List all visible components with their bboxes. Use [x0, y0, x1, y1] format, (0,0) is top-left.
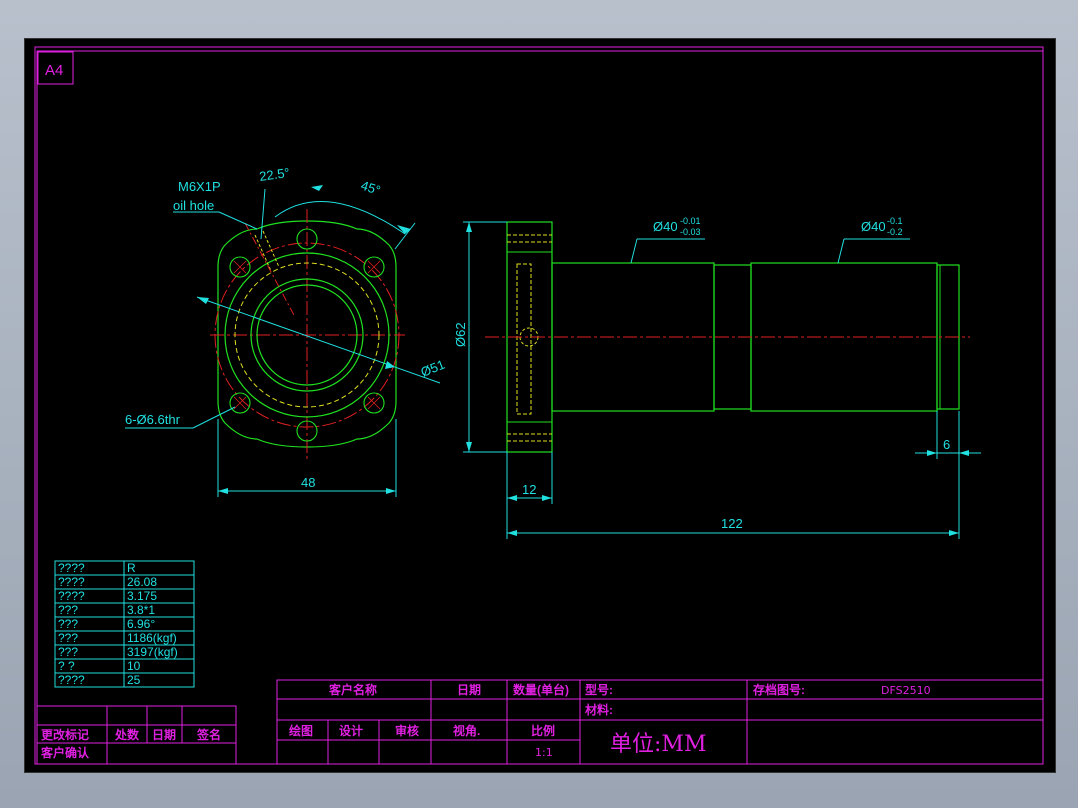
- material-label: 材料:: [584, 702, 613, 717]
- spec-row-value: 26.08: [127, 575, 157, 589]
- change-mark-label: 更改标记: [41, 727, 89, 742]
- shaft-tol1-upper: -0.01: [680, 216, 701, 226]
- shaft-tol2-upper: -0.1: [887, 216, 903, 226]
- drawn-label: 绘图: [289, 723, 313, 738]
- sign-label: 签名: [196, 727, 221, 742]
- angle-arc: [274, 201, 406, 235]
- flange-front-view: 22.5° 45° M6X1P oil hole Ø51 6-Ø6.6thr 4…: [125, 165, 447, 497]
- end-length-label: 6: [943, 437, 950, 452]
- thread-label: M6X1P: [178, 179, 221, 194]
- check-label: 审核: [395, 723, 419, 738]
- holes-label: 6-Ø6.6thr: [125, 412, 181, 427]
- inner-frame: [36, 50, 1044, 765]
- angle-small-label: 22.5°: [258, 165, 290, 184]
- spec-row-value: 3197(kgf): [127, 645, 178, 659]
- shaft-tol2-lower: -0.2: [887, 227, 903, 237]
- spec-row-label: ????: [58, 575, 85, 589]
- archive-no-label: 存档图号:: [752, 682, 805, 697]
- spec-row-value: 1186(kgf): [127, 631, 177, 645]
- shaft-tol1-lower: -0.03: [680, 227, 701, 237]
- customer-confirm-label: 客户确认: [40, 745, 90, 760]
- scale-value: 1:1: [535, 746, 553, 759]
- spec-row-label: ???: [58, 645, 78, 659]
- spec-row-label: ????: [58, 561, 85, 575]
- revision-date-label: 日期: [152, 727, 176, 742]
- design-label: 设计: [339, 723, 363, 738]
- flange-dia-label: Ø62: [453, 322, 468, 347]
- view-angle-label: 视角.: [453, 723, 480, 738]
- spec-row-value: 6.96°: [127, 617, 155, 631]
- unit-label: 单位:MM: [610, 732, 706, 757]
- drawing-viewport[interactable]: A4 22.5° 45° M6X1P oil hole Ø51 6-Ø6.6th…: [24, 38, 1056, 773]
- flange-thickness-label: 12: [522, 482, 536, 497]
- width-label: 48: [301, 475, 315, 490]
- spec-row-label: ? ?: [58, 659, 75, 673]
- spec-row-label: ???: [58, 603, 78, 617]
- spec-row-label: ????: [58, 673, 85, 687]
- spec-row-label: ????: [58, 589, 85, 603]
- spec-row-value: 3.8*1: [127, 603, 155, 617]
- drawing-sheet: A4 22.5° 45° M6X1P oil hole Ø51 6-Ø6.6th…: [34, 46, 1044, 765]
- spec-table: ???? R???? 26.08???? 3.175??? 3.8*1??? 6.96°?…: [54, 560, 195, 688]
- sheet-size-label: A4: [45, 62, 63, 79]
- title-date-label: 日期: [457, 682, 481, 697]
- spec-row-label: ???: [58, 631, 78, 645]
- places-label: 处数: [114, 727, 140, 742]
- shaft-dia1-label: Ø40: [653, 219, 678, 234]
- outer-frame: [34, 46, 1044, 765]
- oil-hole-label: oil hole: [173, 198, 214, 213]
- model-no-label: 型号:: [585, 682, 613, 697]
- spec-row-label: ???: [58, 617, 78, 631]
- spec-row-value: 3.175: [127, 589, 157, 603]
- spec-row-value: R: [127, 561, 136, 575]
- spec-row-value: 25: [127, 673, 141, 687]
- archive-no-value: DFS2510: [881, 684, 931, 697]
- scale-label: 比例: [531, 723, 555, 738]
- qty-label: 数量(单台): [513, 682, 569, 697]
- nut-side-view: Ø62 Ø40 -0.01 -0.03 Ø40 -0.1 -0.2 6 12 1…: [453, 216, 981, 539]
- customer-name-label: 客户名称: [328, 682, 377, 697]
- shaft-dia2-label: Ø40: [861, 219, 886, 234]
- total-length-label: 122: [721, 516, 743, 531]
- angle-large-label: 45°: [359, 178, 382, 198]
- oil-hole: [244, 222, 296, 318]
- pcd-label: Ø51: [419, 357, 447, 380]
- spec-row-value: 10: [127, 659, 141, 673]
